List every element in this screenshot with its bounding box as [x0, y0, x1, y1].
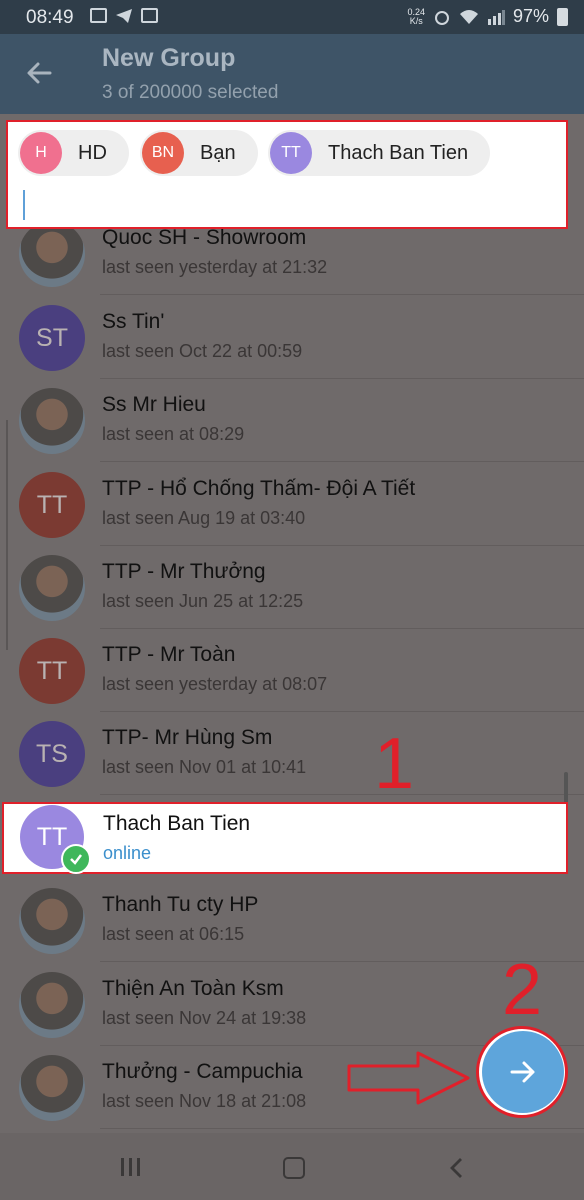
- contact-name: TTP- Mr Hùng Sm: [102, 726, 273, 749]
- contact-row[interactable]: ST Ss Tin' last seen Oct 22 at 00:59: [0, 296, 584, 379]
- contact-row[interactable]: TTP - Mr Thưởng last seen Jun 25 at 12:25: [0, 546, 584, 629]
- pointer-arrow-icon: [347, 1051, 470, 1105]
- contact-name: Ss Mr Hieu: [102, 393, 206, 416]
- contact-status: last seen Oct 22 at 00:59: [102, 341, 303, 361]
- contact-status: last seen Nov 01 at 10:41: [102, 757, 307, 777]
- chip-avatar: BN: [142, 132, 184, 174]
- mail-icon: [141, 8, 158, 23]
- network-speed: 0.24 K/s: [407, 7, 425, 26]
- avatar: [19, 1055, 85, 1121]
- back-arrow-icon[interactable]: [24, 58, 54, 88]
- contact-status: last seen Jun 25 at 12:25: [102, 591, 304, 611]
- contact-row[interactable]: TT TTP - Hổ Chống Thấm- Đội A Tiết last se…: [0, 463, 584, 546]
- row-divider: [100, 294, 584, 295]
- step-2-label: 2: [502, 950, 543, 1030]
- avatar: [19, 221, 85, 287]
- avatar: TS: [19, 721, 85, 787]
- contact-name: TTP - Mr Toàn: [102, 643, 236, 666]
- search-input-caret[interactable]: [23, 190, 25, 220]
- avatar: [19, 888, 85, 954]
- row-divider: [100, 794, 584, 795]
- status-time: 08:49: [26, 7, 74, 28]
- contact-name: TTP - Mr Thưởng: [102, 560, 266, 583]
- page-title: New Group: [102, 44, 236, 72]
- contact-status: last seen Nov 18 at 21:08: [102, 1091, 307, 1111]
- step-1-label: 1: [374, 724, 415, 804]
- contact-name: Quoc SH - Showroom: [102, 226, 307, 249]
- selection-count: 3 of 200000 selected: [102, 82, 279, 103]
- status-bar: 08:49 0.24 K/s 97%: [0, 0, 584, 34]
- contact-name: Thanh Tu cty HP: [102, 893, 259, 916]
- nav-back-icon[interactable]: [448, 1157, 464, 1179]
- contact-name: TTP - Hổ Chống Thấm- Đội A Tiết: [102, 477, 416, 500]
- avatar: TT: [19, 472, 85, 538]
- avatar: TT: [19, 638, 85, 704]
- contact-status: last seen yesterday at 21:32: [102, 257, 328, 277]
- notification-icons: [90, 8, 158, 24]
- avatar: [19, 972, 85, 1038]
- contact-name: Thiện An Toàn Ksm: [102, 977, 284, 1000]
- chip-avatar: H: [20, 132, 62, 174]
- chip-label: Bạn: [200, 141, 236, 164]
- chip-thach-ban-tien[interactable]: TT Thach Ban Tien: [268, 130, 491, 176]
- contact-status: last seen Nov 24 at 19:38: [102, 1008, 307, 1028]
- chip-avatar: TT: [270, 132, 312, 174]
- contact-row[interactable]: TT TTP - Mr Toàn last seen yesterday at 08…: [0, 629, 584, 712]
- check-icon: [61, 844, 91, 874]
- chip-ban[interactable]: BN Bạn: [140, 130, 258, 176]
- contact-status: last seen at 06:15: [102, 924, 245, 944]
- speed-unit: K/s: [409, 15, 423, 26]
- contact-name: Thach Ban Tien: [103, 812, 251, 835]
- system-nav-bar: [0, 1133, 584, 1200]
- contact-name: Thưởng - Campuchia: [102, 1060, 303, 1083]
- status-right: 0.24 K/s 97%: [407, 6, 568, 27]
- wifi-icon: [459, 9, 478, 24]
- row-divider: [100, 461, 584, 462]
- chip-label: Thach Ban Tien: [328, 141, 469, 164]
- arrow-right-icon: [510, 1061, 535, 1083]
- signal-icon: [487, 9, 505, 25]
- contact-name: Ss Tin': [102, 310, 165, 333]
- home-icon[interactable]: [283, 1157, 305, 1179]
- contact-row[interactable]: Thanh Tu cty HP last seen at 06:15: [0, 879, 584, 962]
- recent-apps-icon[interactable]: [120, 1157, 142, 1177]
- contact-row[interactable]: TS TTP- Mr Hùng Sm last seen Nov 01 at 10:…: [0, 712, 584, 795]
- contact-status: online: [103, 843, 152, 863]
- row-divider: [100, 1128, 584, 1129]
- gallery-icon: [90, 8, 107, 23]
- avatar: [19, 388, 85, 454]
- contact-status: last seen at 08:29: [102, 424, 245, 444]
- contact-status: last seen yesterday at 08:07: [102, 674, 328, 694]
- selected-contact-row[interactable]: TT Thach Ban Tien online: [2, 802, 568, 874]
- avatar: ST: [19, 305, 85, 371]
- selected-chips-panel: H HD BN Bạn TT Thach Ban Tien: [6, 120, 568, 229]
- next-button[interactable]: [482, 1031, 564, 1113]
- chip-hd[interactable]: H HD: [18, 130, 129, 176]
- contact-row[interactable]: Ss Mr Hieu last seen at 08:29: [0, 379, 584, 462]
- screen-edge-handle: [0, 420, 8, 650]
- chip-label: HD: [78, 141, 107, 164]
- alarm-icon: [434, 10, 449, 25]
- battery-percent: 97%: [512, 6, 549, 26]
- avatar: [19, 555, 85, 621]
- telegram-icon: [116, 9, 132, 23]
- contact-status: last seen Aug 19 at 03:40: [102, 508, 306, 528]
- battery-icon: [557, 7, 568, 26]
- app-bar: New Group 3 of 200000 selected: [0, 34, 584, 114]
